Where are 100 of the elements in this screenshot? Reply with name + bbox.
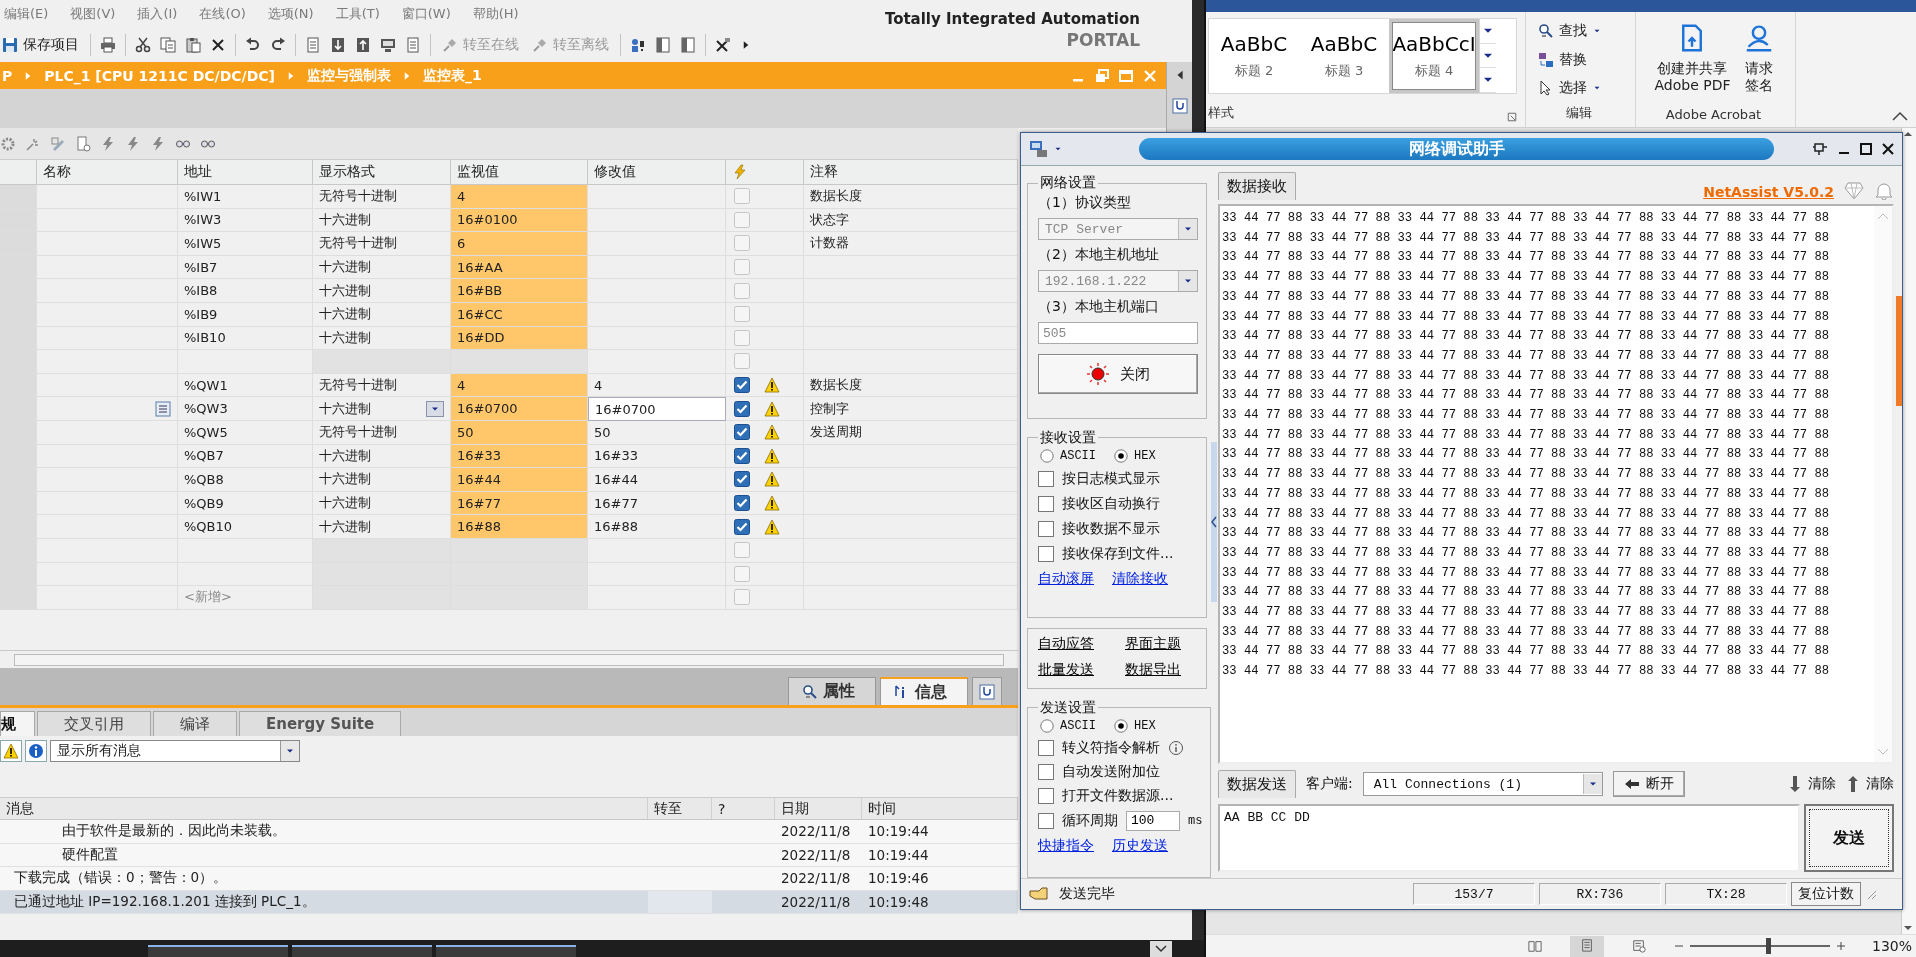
checkbox-label[interactable]: 按日志模式显示	[1062, 469, 1160, 488]
link[interactable]: 自动滚屏	[1038, 569, 1094, 588]
link[interactable]: 快捷指令	[1038, 836, 1094, 855]
menu-item[interactable]: 选项(N)	[267, 5, 314, 23]
filter-dropdown[interactable]: 显示所有消息	[50, 740, 300, 762]
link[interactable]: 历史发送	[1112, 836, 1168, 855]
menu-item[interactable]: 在线(O)	[199, 5, 246, 23]
message-row[interactable]: 由于软件是最新的．因此尚未装载。 2022/11/8 10:19:44	[0, 820, 1018, 844]
checkbox[interactable]	[1038, 495, 1054, 512]
column-header[interactable]: 名称	[37, 160, 178, 184]
zoom-reading[interactable]: 130%	[1871, 938, 1912, 954]
checkbox[interactable]	[1038, 763, 1054, 780]
checkbox[interactable]	[1038, 520, 1054, 537]
chevron-left-icon[interactable]	[1211, 516, 1217, 528]
column-header[interactable]: 转至	[648, 798, 712, 819]
checkbox[interactable]	[734, 377, 750, 394]
menu-item[interactable]: 视图(V)	[70, 5, 116, 23]
paste-icon[interactable]	[185, 37, 201, 53]
redo-icon[interactable]	[270, 37, 286, 53]
message-row[interactable]: 已通过地址 IP=192.168.1.201 连接到 PLC_1。 2022/11/8 10:19:48	[0, 890, 1018, 914]
read-mode-icon[interactable]	[1525, 939, 1544, 953]
collapse-handle[interactable]	[1211, 442, 1217, 602]
panel-tab[interactable]: 属性	[788, 677, 876, 705]
panel-icon[interactable]	[655, 37, 671, 53]
diamond-icon[interactable]	[1844, 182, 1864, 200]
radio-label[interactable]: HEX	[1134, 448, 1156, 463]
checkbox[interactable]	[1038, 787, 1054, 804]
send-field[interactable]: AA BB CC DD	[1218, 804, 1800, 872]
taskbar-button[interactable]	[292, 945, 432, 957]
message-row[interactable]: 硬件配置 2022/11/8 10:19:44	[0, 843, 1018, 867]
checkbox-label[interactable]: 转义符指令解析	[1062, 738, 1160, 757]
slider-thumb[interactable]	[1766, 938, 1772, 954]
port-field[interactable]: 505	[1038, 322, 1198, 344]
checkbox[interactable]	[734, 447, 750, 464]
collapse-ribbon-icon[interactable]	[1892, 111, 1908, 121]
checkbox-label[interactable]: 自动发送附加位	[1062, 762, 1160, 781]
checkbox[interactable]	[1038, 812, 1054, 829]
taskbar-button[interactable]	[148, 945, 288, 957]
column-header[interactable]: 修改值	[588, 160, 726, 184]
column-header[interactable]: 消息	[0, 798, 648, 819]
computer-icon[interactable]	[1029, 140, 1049, 158]
checkbox[interactable]	[1038, 545, 1054, 562]
column-header[interactable]: 监视值	[451, 160, 588, 184]
tab[interactable]: 规	[0, 711, 35, 736]
message-row[interactable]: 下载完成（错误：0；警告：0）。 2022/11/8 10:19:46	[0, 867, 1018, 891]
checkbox[interactable]	[734, 471, 750, 488]
list-icon[interactable]	[155, 400, 171, 417]
radio-label[interactable]: HEX	[1134, 718, 1156, 733]
period-field[interactable]: 100	[1126, 810, 1180, 831]
link[interactable]: 界面主题	[1125, 634, 1196, 656]
link[interactable]: 清除接收	[1112, 569, 1168, 588]
dialog-launcher-icon[interactable]	[1507, 112, 1517, 122]
tab[interactable]: 数据接收	[1218, 172, 1296, 200]
checkbox[interactable]	[734, 495, 750, 511]
radio-label[interactable]: ASCII	[1060, 718, 1096, 733]
reset-count-button[interactable]: 复位计数	[1791, 882, 1861, 906]
panel-tab[interactable]: 信息	[880, 677, 968, 705]
menu-item[interactable]: 帮助(H)	[472, 5, 519, 23]
document-icon[interactable]	[305, 37, 321, 53]
ribbon-button[interactable]: 选择	[1530, 75, 1627, 101]
checkbox-label[interactable]: 接收区自动换行	[1062, 494, 1160, 513]
menu-item[interactable]: 窗口(W)	[401, 5, 451, 23]
link[interactable]: 数据导出	[1125, 661, 1196, 682]
column-header[interactable]: 日期	[775, 798, 862, 819]
column-header[interactable]: 时间	[862, 798, 1018, 819]
info-filter-button[interactable]	[25, 740, 47, 762]
tab[interactable]: 数据发送	[1218, 770, 1296, 798]
disconnect-button[interactable]: 断开	[1612, 771, 1685, 797]
radio-button[interactable]	[1114, 448, 1128, 463]
ribbon-button[interactable]: 查找	[1530, 18, 1627, 44]
panel-tab[interactable]	[972, 677, 1002, 705]
input-field[interactable]: 16#0700	[588, 397, 726, 421]
column-header[interactable]: 显示格式	[313, 160, 451, 184]
chevron-down-icon[interactable]	[1150, 941, 1172, 957]
view-button[interactable]	[1569, 935, 1604, 957]
zoom-in-icon[interactable]	[1835, 941, 1846, 951]
resize-grip-icon[interactable]	[1865, 888, 1877, 900]
checkbox-label[interactable]: 接收保存到文件...	[1062, 544, 1174, 563]
delete-icon[interactable]	[210, 37, 226, 53]
column-header[interactable]: 地址	[178, 160, 313, 184]
table-cell[interactable]: 十六进制	[313, 397, 451, 421]
checkbox[interactable]	[1038, 739, 1054, 756]
undo-icon[interactable]	[245, 37, 261, 53]
lightning-icon[interactable]	[125, 135, 141, 152]
copy-icon[interactable]	[160, 37, 176, 53]
checkbox-label[interactable]: 接收数据不显示	[1062, 519, 1160, 538]
warning-filter-button[interactable]	[0, 740, 22, 762]
upload-icon[interactable]	[355, 37, 371, 53]
checkbox-label[interactable]: 循环周期	[1062, 811, 1118, 830]
clear-button[interactable]: 清除	[1846, 775, 1894, 793]
save-button[interactable]: 保存项目	[0, 34, 81, 56]
ribbon-button[interactable]: 替换	[1530, 46, 1627, 73]
dropdown-button[interactable]	[426, 400, 444, 417]
bell-icon[interactable]	[1874, 182, 1894, 200]
cut-icon[interactable]	[135, 37, 151, 53]
download-icon[interactable]	[330, 37, 346, 53]
tab[interactable]: 编译	[153, 711, 237, 736]
client-dropdown[interactable]: All Connections (1)	[1362, 772, 1603, 796]
tab[interactable]: 交叉引用	[37, 711, 151, 736]
menu-item[interactable]: 编辑(E)	[4, 5, 49, 23]
